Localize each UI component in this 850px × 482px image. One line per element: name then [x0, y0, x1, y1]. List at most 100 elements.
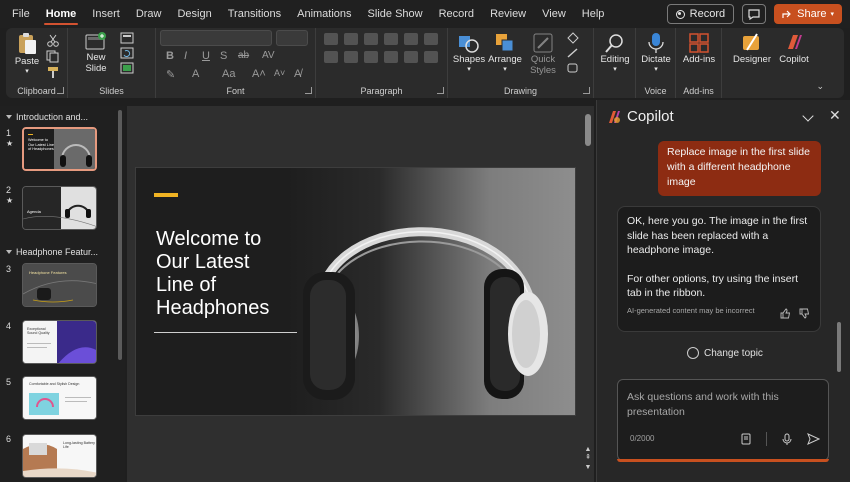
increase-indent-icon[interactable]: [384, 33, 398, 45]
shape-effects-icon[interactable]: [566, 62, 580, 74]
designer-icon: [743, 33, 759, 51]
scrollbar-thumb[interactable]: [837, 322, 841, 372]
paragraph-dialog-launcher[interactable]: [437, 87, 444, 94]
clipboard-dialog-launcher[interactable]: [57, 87, 64, 94]
thumbnail-slide-1[interactable]: Welcome to Our Latest Line of Headphones: [22, 127, 97, 171]
designer-button[interactable]: Designer: [730, 32, 774, 65]
tab-slide-show[interactable]: Slide Show: [360, 0, 431, 28]
reset-icon[interactable]: [120, 47, 134, 59]
slide-title[interactable]: Welcome to Our Latest Line of Headphones: [156, 228, 306, 320]
thumbnail-slide-4[interactable]: Exceptional Sound Quality: [22, 320, 97, 364]
share-icon: [782, 10, 791, 18]
columns-icon[interactable]: [404, 51, 418, 63]
prompt-guide-icon[interactable]: [740, 433, 752, 445]
tab-file[interactable]: File: [0, 0, 38, 28]
tab-review[interactable]: Review: [482, 0, 534, 28]
format-painter-icon[interactable]: [46, 66, 60, 79]
decrease-indent-icon[interactable]: [364, 33, 378, 45]
arrange-button[interactable]: Arrange ▾: [488, 32, 522, 73]
section-icon[interactable]: [120, 62, 134, 74]
tab-help[interactable]: Help: [574, 0, 613, 28]
thumbs-up-icon[interactable]: [780, 308, 791, 319]
thumbnail-slide-2[interactable]: Agenda: [22, 186, 97, 230]
bold-button[interactable]: B: [166, 50, 174, 62]
editing-button[interactable]: Editing ▾: [598, 32, 632, 73]
numbering-icon[interactable]: [344, 33, 358, 45]
thumbnail-scrollbar[interactable]: [115, 106, 125, 482]
strikethrough-button[interactable]: ab: [238, 50, 249, 61]
tab-transitions[interactable]: Transitions: [220, 0, 289, 28]
search-icon: [605, 34, 623, 53]
font-name-dropdown[interactable]: [160, 30, 272, 46]
thumbnail-slide-5[interactable]: Comfortable and Stylish Design: [22, 376, 97, 420]
scrollbar-thumb[interactable]: [585, 114, 591, 146]
tab-record[interactable]: Record: [431, 0, 482, 28]
section-header-intro[interactable]: Introduction and...: [6, 112, 88, 122]
powerpoint-window: File Home Insert Draw Design Transitions…: [0, 0, 850, 482]
dictate-button[interactable]: Dictate ▾: [639, 32, 673, 73]
copy-icon[interactable]: [46, 50, 60, 63]
align-center-icon[interactable]: [344, 51, 358, 63]
line-spacing-icon[interactable]: [404, 33, 418, 45]
change-topic-button[interactable]: Change topic: [687, 347, 763, 359]
clear-formatting-icon[interactable]: A̸: [294, 68, 301, 80]
scrollbar-thumb[interactable]: [118, 110, 122, 360]
copilot-prompt-input[interactable]: [627, 390, 817, 424]
paste-button[interactable]: Paste ▾: [12, 32, 42, 75]
editor-scrollbar[interactable]: ▲ ⇞ ▼: [582, 106, 594, 482]
copilot-button[interactable]: Copilot: [774, 32, 814, 65]
increase-font-icon[interactable]: A˄: [252, 68, 266, 80]
change-case-icon[interactable]: Aa: [222, 68, 235, 80]
font-dialog-launcher[interactable]: [305, 87, 312, 94]
send-icon[interactable]: [807, 433, 820, 445]
current-slide[interactable]: Welcome to Our Latest Line of Headphones: [135, 167, 576, 416]
tab-view[interactable]: View: [534, 0, 574, 28]
decrease-font-icon[interactable]: A˅: [274, 68, 285, 78]
font-size-dropdown[interactable]: [276, 30, 308, 46]
copilot-scrollbar[interactable]: [835, 132, 845, 482]
cut-icon[interactable]: [46, 34, 60, 47]
shape-outline-icon[interactable]: [566, 47, 580, 59]
layout-icon[interactable]: [120, 32, 134, 44]
shadow-button[interactable]: S: [220, 50, 227, 62]
tab-draw[interactable]: Draw: [128, 0, 170, 28]
align-right-icon[interactable]: [364, 51, 378, 63]
tab-home[interactable]: Home: [38, 0, 85, 28]
new-slide-button[interactable]: New Slide: [76, 32, 116, 74]
previous-slide-icon[interactable]: ⇞: [583, 454, 593, 462]
align-left-icon[interactable]: [324, 51, 338, 63]
thumbs-down-icon[interactable]: [799, 308, 810, 319]
thumbnail-slide-6[interactable]: Long-lasting Battery Life: [22, 434, 97, 478]
highlight-icon[interactable]: ✎: [166, 68, 175, 81]
text-direction-icon[interactable]: [424, 33, 438, 45]
align-text-icon[interactable]: [424, 51, 438, 63]
comments-button[interactable]: [742, 4, 767, 24]
quick-styles-button[interactable]: Quick Styles: [526, 32, 560, 76]
scroll-down-icon[interactable]: ▼: [583, 464, 593, 472]
close-icon[interactable]: ✕: [829, 108, 841, 122]
thumbnail-slide-3[interactable]: Headphone Features: [22, 263, 97, 307]
drawing-dialog-launcher[interactable]: [583, 87, 590, 94]
share-button[interactable]: Share ▾: [774, 4, 842, 24]
italic-button[interactable]: I: [184, 50, 187, 62]
shapes-button[interactable]: Shapes ▾: [453, 32, 485, 73]
add-ins-button[interactable]: Add-ins: [680, 32, 718, 65]
font-color-icon[interactable]: A: [192, 68, 199, 80]
microphone-icon[interactable]: [781, 433, 793, 446]
justify-icon[interactable]: [384, 51, 398, 63]
scroll-up-icon[interactable]: ▲: [583, 446, 593, 454]
tab-insert[interactable]: Insert: [84, 0, 128, 28]
slide-number: 5: [6, 377, 12, 387]
tab-animations[interactable]: Animations: [289, 0, 359, 28]
comment-icon: [748, 8, 760, 20]
tab-design[interactable]: Design: [169, 0, 219, 28]
record-button[interactable]: Record: [666, 4, 735, 24]
character-spacing-button[interactable]: AV: [262, 50, 275, 61]
shape-fill-icon[interactable]: [566, 32, 580, 44]
bullets-icon[interactable]: [324, 33, 338, 45]
chevron-down-icon[interactable]: [802, 110, 814, 122]
slide-number: 4: [6, 321, 12, 331]
section-header-features[interactable]: Headphone Featur...: [6, 247, 98, 257]
collapse-ribbon-icon[interactable]: ⌄: [816, 81, 824, 92]
underline-button[interactable]: U: [202, 50, 210, 62]
